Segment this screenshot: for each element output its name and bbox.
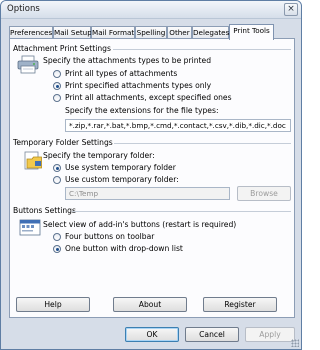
radio-print-except[interactable] (53, 94, 61, 102)
radio-print-all-label[interactable]: Print all types of attachments (65, 69, 177, 78)
radio-print-specified-label[interactable]: Print specified attachments types only (65, 81, 211, 90)
title-bar[interactable]: Options × (1, 1, 301, 19)
attachment-section-title: Attachment Print Settings (13, 44, 111, 53)
buttons-prompt: Select view of add-in's buttons (restart… (43, 220, 237, 229)
buttons-section-title: Buttons Settings (13, 206, 76, 215)
radio-four-buttons-label[interactable]: Four buttons on toolbar (65, 232, 154, 241)
buttons-divider (72, 211, 291, 212)
apply-button[interactable]: Apply (245, 327, 295, 342)
cancel-button[interactable]: Cancel (185, 327, 239, 342)
printer-icon (17, 55, 39, 74)
help-button[interactable]: Help (16, 297, 90, 312)
temp-path-input[interactable]: C:\Temp (65, 187, 230, 200)
tab-print-tools[interactable]: Print Tools (229, 24, 274, 40)
radio-custom-temp[interactable] (53, 176, 61, 184)
radio-system-temp[interactable] (53, 164, 61, 172)
close-button[interactable]: × (284, 3, 298, 16)
radio-system-temp-label[interactable]: Use system temporary folder (65, 163, 176, 172)
resize-grip[interactable] (291, 339, 299, 347)
ok-button[interactable]: OK (125, 327, 179, 342)
temp-prompt: Specify the temporary folder: (43, 151, 155, 160)
browse-button[interactable]: Browse (237, 186, 291, 201)
radio-print-except-label[interactable]: Print all attachments, except specified … (65, 93, 232, 102)
radio-one-button[interactable] (53, 245, 61, 253)
radio-four-buttons[interactable] (53, 233, 61, 241)
folder-icon (24, 151, 42, 170)
temp-divider (114, 143, 291, 144)
about-button[interactable]: About (113, 297, 187, 312)
toolbar-window-icon (19, 219, 41, 236)
print-tools-panel: Attachment Print Settings Specify the at… (9, 38, 295, 318)
options-dialog: Options × Preferences Mail Setup Mail Fo… (0, 0, 302, 350)
attachment-prompt: Specify the attachments types to be prin… (43, 56, 212, 65)
temp-section-title: Temporary Folder Settings (13, 138, 113, 147)
extensions-prompt: Specify the extensions for the file type… (65, 106, 219, 115)
radio-one-button-label[interactable]: One button with drop-down list (65, 244, 183, 253)
window-title: Options (7, 4, 40, 14)
radio-custom-temp-label[interactable]: Use custom temporary folder: (65, 175, 179, 184)
radio-print-all[interactable] (53, 70, 61, 78)
attachment-divider (113, 49, 291, 50)
register-button[interactable]: Register (203, 297, 277, 312)
extensions-input[interactable]: *.zip,*.rar,*.bat,*.bmp,*.cmd,*.contact,… (65, 119, 291, 132)
radio-print-specified[interactable] (53, 82, 61, 90)
